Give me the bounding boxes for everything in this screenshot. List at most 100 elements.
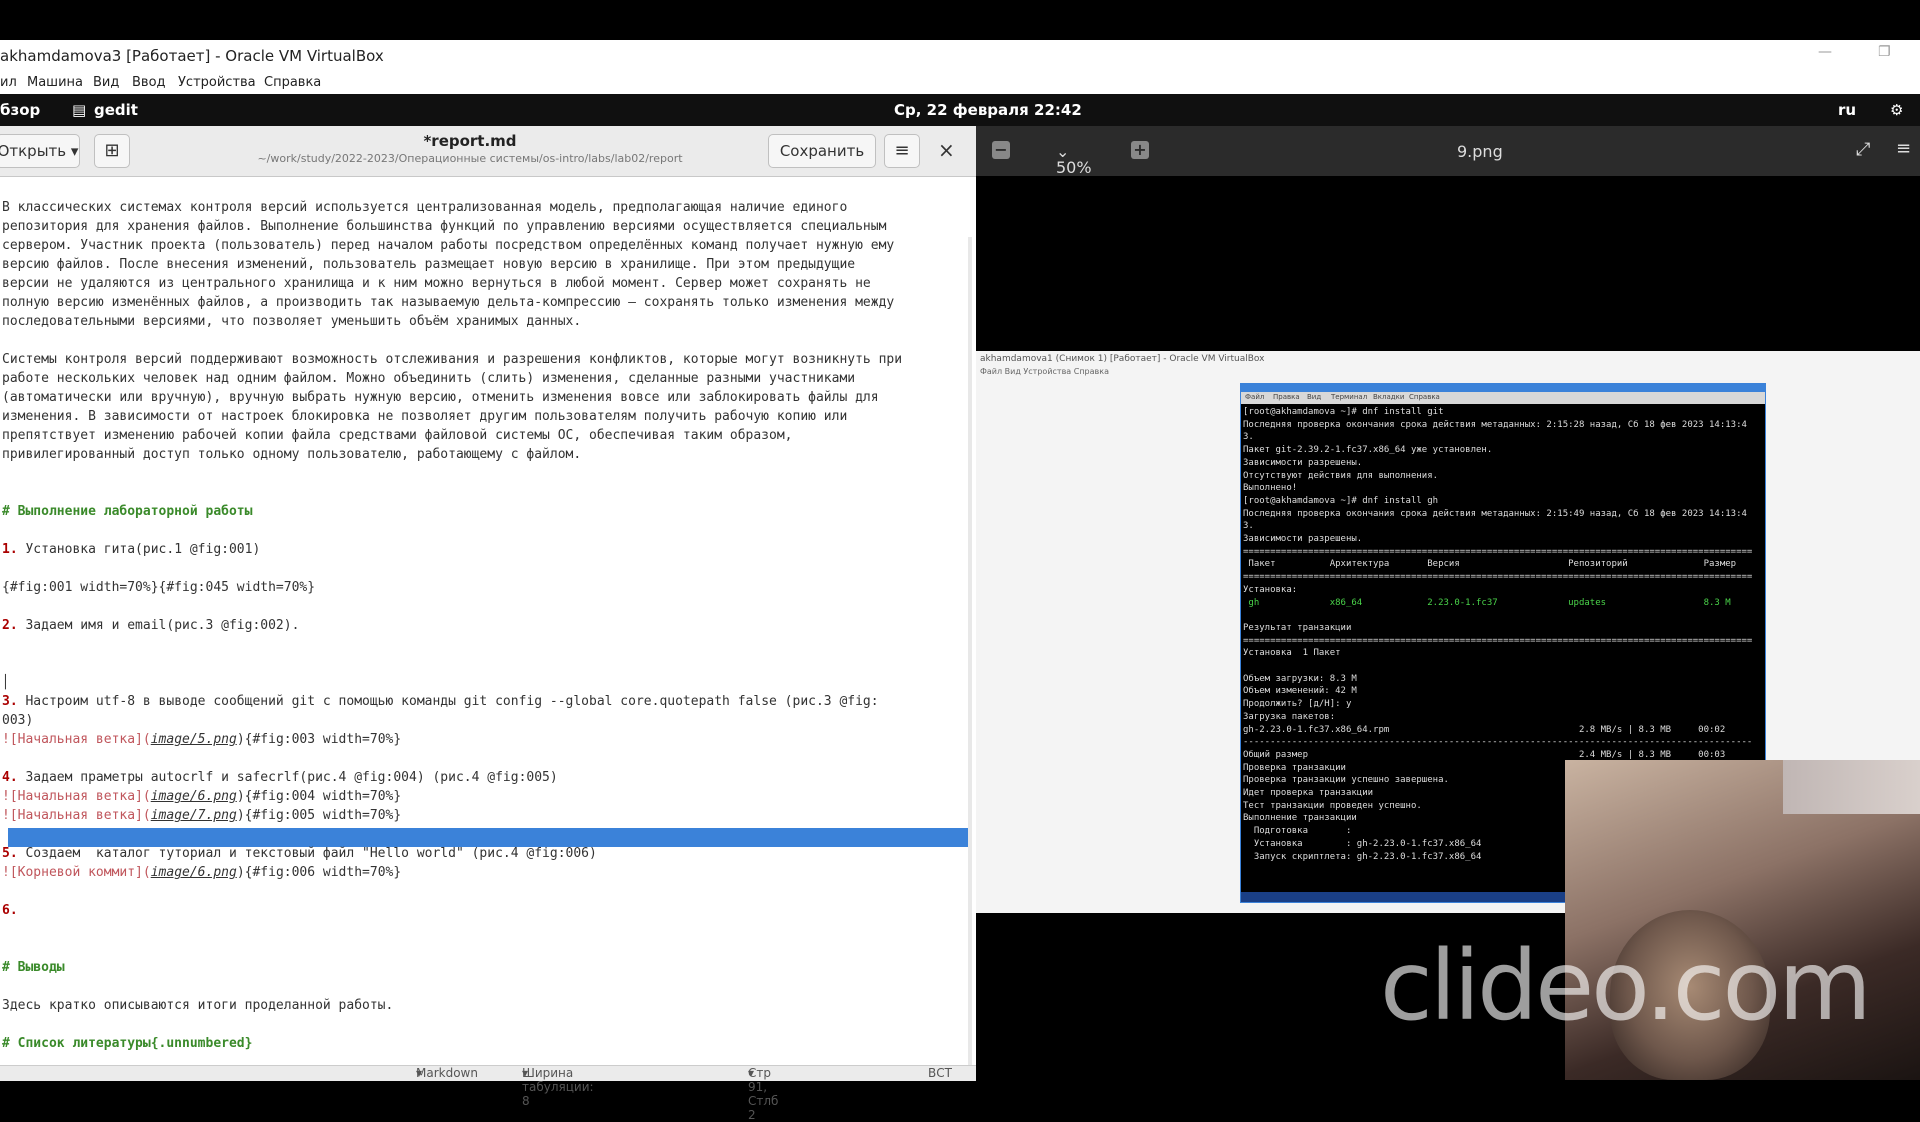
gnome-top-bar: бзор ▤ gedit Ср, 22 февраля 22:42 ru ⚙ [0,94,1920,126]
minimize-icon[interactable]: — [1818,44,1832,60]
new-document-icon: ⊞ [104,140,120,161]
open-label: Открыть [0,142,67,160]
text-line: привилегированный доступ только одному п… [2,447,582,462]
file-name: *report.md [423,132,517,150]
new-tab-button[interactable]: ⊞ [94,134,130,168]
terminal-line: Объем загрузки: 8.3 M [1243,673,1357,684]
text-line: версии не удаляются из центрального хран… [2,276,871,291]
text-line: изменения. В зависимости от настроек бло… [2,409,848,424]
virtualbox-titlebar: akhamdamova3 [Работает] - Oracle VM Virt… [0,40,1920,72]
text-cursor: ▏ [5,675,13,690]
selected-text-line: ![Владелец репозитория](image/4.png){#fi… [10,656,449,671]
text-line: ![Начальная ветка](image/7.png){#fig:005… [2,808,402,823]
terminal-line: Установка 1 Пакет [1243,648,1341,659]
text-line: ![Начальная ветка](image/5.png){#fig:003… [2,732,402,747]
fullscreen-icon[interactable]: ⤢ [1856,139,1870,160]
list-item: 4. Задаем праметры autocrlf и safecrlf(р… [2,770,558,785]
terminal-line: [root@akhamdamova ~]# dnf install git [1243,407,1444,417]
terminal-line: Запуск скриптлета: gh-2.23.0-1.fc37.x86_… [1243,851,1482,862]
language-indicator[interactable]: ru [1838,101,1856,119]
terminal-line: gh-2.23.0-1.fc37.x86_64.rpm 2.8 MB/s | 8… [1243,724,1726,735]
save-button[interactable]: Сохранить [768,134,876,168]
terminal-line: Установка : gh-2.23.0-1.fc37.x86_64 [1243,838,1482,849]
text-line: {#fig:001 width=70%}{#fig:045 width=70%} [2,580,316,595]
menu-icon[interactable]: ≡ [1896,138,1911,159]
terminal-line: ========================================… [1243,635,1753,646]
gedit-window: Открыть ▾ ⊞ *report.md ~/work/study/2022… [0,126,976,1122]
watermark-logo: clideo.com [1380,930,1872,1042]
text-editor-area[interactable]: В классических системах контроля версий … [0,177,976,1065]
text-line: препятствует изменению рабочей копии фай… [2,428,793,443]
hamburger-menu-button[interactable]: ≡ [884,134,920,168]
terminal-line: Зависимости разрешены. [1243,534,1363,544]
terminal-line: 3. [1243,521,1254,532]
syntax-selector[interactable]: Markdown ▾ [416,1066,478,1080]
close-icon[interactable]: × [938,138,955,162]
zoom-out-icon[interactable]: − [992,141,1010,159]
menu-file[interactable]: ил [0,75,17,90]
menu-view[interactable]: Вид [93,75,119,90]
terminal-line: ----------------------------------------… [1243,737,1753,748]
gedit-headerbar: Открыть ▾ ⊞ *report.md ~/work/study/2022… [0,126,976,177]
text-line: последовательными версиями, что позволяе… [2,314,582,329]
terminal-line: Последняя проверка окончания срока дейст… [1243,508,1747,519]
open-button[interactable]: Открыть ▾ [0,134,80,168]
terminal-line: Отсутствуют действия для выполнения. [1243,470,1439,481]
terminal-line: 3. [1243,432,1254,443]
list-item: 2. Задаем имя и email(рис.3 @fig:002). [2,618,300,633]
file-path: ~/work/study/2022-2023/Операционные сист… [257,152,683,165]
image-filename: 9.png [1457,142,1503,161]
app-menu-icon: ▤ [72,101,87,119]
text-line: ![Начальная ветка](image/6.png){#fig:004… [2,789,402,804]
terminal-line: Тест транзакции проведен успешно. [1243,800,1422,811]
text-line: ![Корневой коммит](image/6.png){#fig:006… [2,865,402,880]
text-line: сервером. Участник проекта (пользователь… [2,238,895,253]
text-line: Системы контроля версий поддерживают воз… [2,352,903,367]
terminal-line: Результат транзакции [1243,622,1352,633]
text-line: версию файлов. После внесения изменений,… [2,257,856,272]
scrollbar[interactable] [968,237,972,1065]
terminal-line: Пакет git-2.39.2-1.fc37.x86_64 уже устан… [1243,445,1493,456]
terminal-line: Выполнение транзакции [1243,813,1357,824]
screen-top-strip [0,0,1920,40]
maximize-icon[interactable]: ❐ [1878,44,1891,60]
zoom-level[interactable]: 50% ⌄ [1056,142,1092,177]
terminal-titlebar [1241,384,1765,392]
tab-width-selector[interactable]: Ширина табуляции: 8 ▾ [522,1066,594,1108]
terminal-line: Выполнено! [1243,483,1298,494]
terminal-line: Идет проверка транзакции [1243,788,1374,798]
zoom-in-icon[interactable]: + [1131,141,1149,159]
app-menu[interactable]: gedit [94,101,138,119]
terminal-line: Проверка транзакции успешно завершена. [1243,775,1449,786]
menu-machine[interactable]: Машина [27,75,83,90]
document-title: *report.md ~/work/study/2022-2023/Операц… [250,132,690,165]
terminal-line: ========================================… [1243,546,1753,557]
list-item: 5. Создаем каталог туториал и текстовый … [2,846,597,861]
screenshot-menu: Файл Вид Устройства Справка [980,367,1109,376]
list-item: 6. [2,903,18,918]
heading-conclusions: # Выводы [2,960,65,975]
terminal-line: Объем изменений: 42 M [1243,686,1357,697]
activities-button[interactable]: бзор [0,101,40,119]
terminal-line: Подготовка : [1243,826,1352,837]
menu-help[interactable]: Справка [264,75,321,90]
text-line: полную версию изменённых файлов, а произ… [2,295,895,310]
terminal-line: gh x86_64 2.23.0-1.fc37 updates 8.3 M [1243,597,1731,608]
terminal-line: Загрузка пакетов: [1243,711,1336,722]
webcam-background [1783,760,1920,814]
accessibility-icon[interactable]: ⚙ [1890,101,1903,119]
heading-work: # Выполнение лабораторной работы [2,504,253,519]
menu-icon: ≡ [894,140,910,161]
cursor-position[interactable]: Стр 91, Стлб 2 ▾ [748,1066,778,1122]
list-item: 3. Настроим utf-8 в выводе сообщений git… [2,694,879,709]
clock[interactable]: Ср, 22 февраля 22:42 [894,101,1082,119]
terminal-line: Последняя проверка окончания срока дейст… [1243,419,1747,430]
text-line: 003) [2,713,34,728]
terminal-line: Продолжить? [д/Н]: y [1243,699,1352,710]
menu-devices[interactable]: Устройства [178,75,256,90]
text-line: Здесь кратко описываются итоги проделанн… [2,998,394,1013]
screenshot-window-title: akhamdamova1 (Снимок 1) [Работает] - Ora… [980,354,1265,364]
heading-references: # Список литературы{.unnumbered} [2,1036,253,1051]
menu-input[interactable]: Ввод [132,75,166,90]
terminal-line: ========================================… [1243,572,1753,583]
